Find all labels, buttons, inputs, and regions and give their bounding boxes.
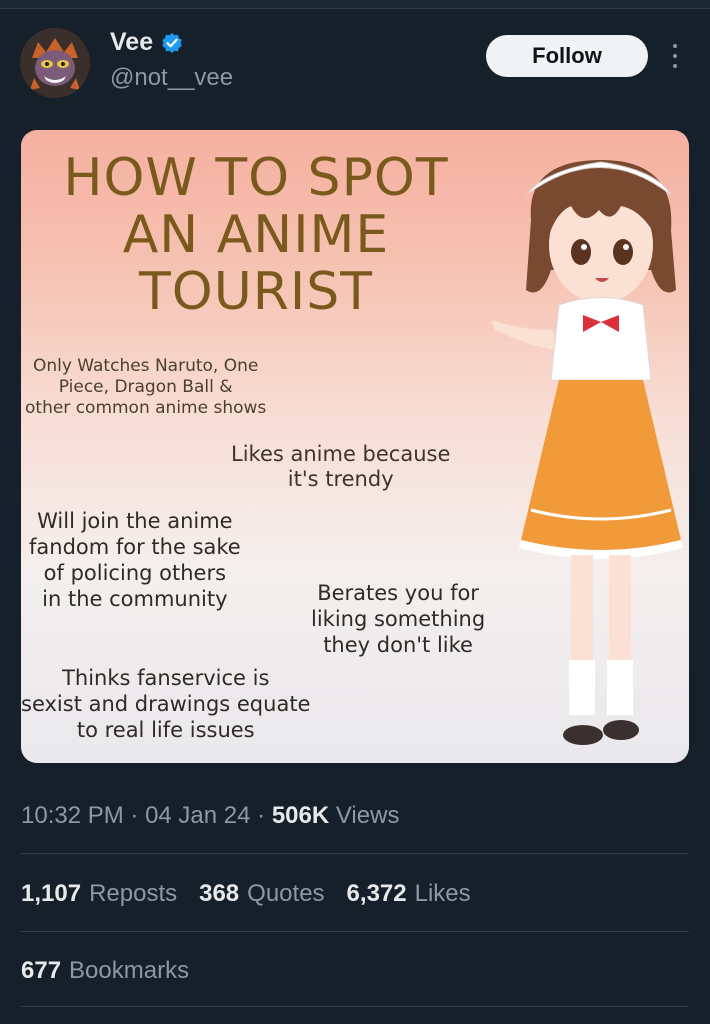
quotes-stat[interactable]: 368 Quotes bbox=[199, 880, 324, 908]
reposts-stat[interactable]: 1,107 Reposts bbox=[21, 880, 177, 908]
meme-title: HOW TO SPOT AN ANIME TOURIST bbox=[63, 148, 449, 322]
author-name-row[interactable]: Vee bbox=[110, 28, 183, 57]
meme-point: Only Watches Naruto, One Piece, Dragon B… bbox=[25, 356, 267, 418]
meme-point: Will join the anime fandom for the sake … bbox=[29, 509, 241, 611]
tweet-meta: 10:32 PM · 04 Jan 24 · 506K Views bbox=[21, 802, 399, 830]
tweet-image[interactable]: HOW TO SPOT AN ANIME TOURIST Only Watche… bbox=[21, 130, 689, 763]
tweet-date[interactable]: 04 Jan 24 bbox=[145, 802, 250, 830]
meme-point: Likes anime because it's trendy bbox=[231, 442, 451, 491]
divider bbox=[21, 853, 689, 854]
meta-separator: · bbox=[250, 802, 272, 829]
verified-check-icon bbox=[162, 32, 182, 53]
views-label: Views bbox=[329, 802, 400, 829]
avatar[interactable] bbox=[20, 28, 90, 98]
likes-stat[interactable]: 6,372 Likes bbox=[347, 880, 471, 908]
bookmarks-stat[interactable]: 677 Bookmarks bbox=[21, 957, 189, 985]
more-options-icon[interactable] bbox=[668, 40, 682, 72]
author-name[interactable]: Vee bbox=[110, 28, 153, 57]
meme-point: Berates you for liking something they do… bbox=[311, 581, 486, 657]
tweet-time[interactable]: 10:32 PM bbox=[21, 802, 124, 830]
anime-girl-illustration bbox=[491, 160, 683, 745]
engagement-stats: 1,107 Reposts 368 Quotes 6,372 Likes bbox=[21, 880, 471, 908]
top-border bbox=[0, 0, 710, 9]
bookmarks-label: Bookmarks bbox=[69, 957, 190, 984]
divider bbox=[21, 931, 689, 932]
views-count: 506K bbox=[271, 802, 330, 829]
divider bbox=[21, 1006, 689, 1007]
meme-point: Thinks fanservice is sexist and drawings… bbox=[21, 666, 311, 742]
bookmarks-count: 677 bbox=[21, 957, 62, 984]
author-handle[interactable]: @not__vee bbox=[110, 64, 233, 92]
follow-button[interactable]: Follow bbox=[486, 35, 648, 77]
avatar-monster-icon bbox=[20, 28, 90, 98]
meta-separator: · bbox=[123, 802, 146, 829]
